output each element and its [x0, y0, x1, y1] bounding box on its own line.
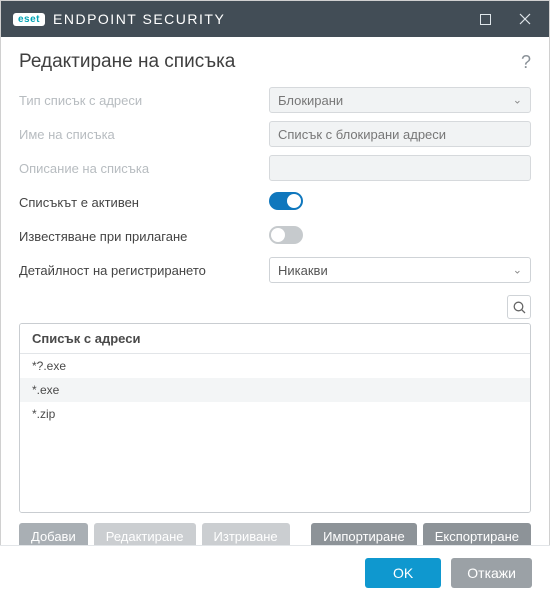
select-value: Блокирани — [278, 93, 343, 108]
cancel-button[interactable]: Откажи — [451, 558, 532, 588]
address-list-type-label: Тип списък с адреси — [19, 93, 269, 108]
list-name-label: Име на списъка — [19, 127, 269, 142]
listbox-body[interactable]: *?.exe *.exe *.zip — [20, 354, 530, 512]
ok-button[interactable]: OK — [365, 558, 441, 588]
select-value: Никакви — [278, 263, 328, 278]
list-active-toggle[interactable] — [269, 192, 303, 210]
search-icon — [513, 301, 526, 314]
maximize-icon — [480, 14, 491, 25]
help-button[interactable]: ? — [521, 52, 531, 73]
notify-label: Известяване при прилагане — [19, 229, 269, 244]
chevron-down-icon: ⌄ — [513, 264, 522, 277]
list-description-label: Описание на списъка — [19, 161, 269, 176]
titlebar: eset ENDPOINT SECURITY — [1, 1, 549, 37]
listbox-header: Списък с адреси — [20, 324, 530, 354]
log-verbosity-select[interactable]: Никакви ⌄ — [269, 257, 531, 283]
content-area: Редактиране на списъка ? Тип списък с ад… — [1, 37, 549, 563]
list-item[interactable]: *?.exe — [20, 354, 530, 378]
search-button[interactable] — [507, 295, 531, 319]
brand-badge: eset — [13, 13, 45, 26]
input-value: Списък с блокирани адреси — [278, 127, 446, 142]
list-name-input[interactable]: Списък с блокирани адреси — [269, 121, 531, 147]
notify-toggle[interactable] — [269, 226, 303, 244]
list-item[interactable]: *.zip — [20, 402, 530, 426]
window-close-button[interactable] — [505, 1, 545, 37]
list-description-input[interactable] — [269, 155, 531, 181]
dialog-footer: OK Откажи — [0, 545, 550, 600]
window-maximize-button[interactable] — [465, 1, 505, 37]
list-item[interactable]: *.exe — [20, 378, 530, 402]
page-title: Редактиране на списъка — [19, 51, 521, 73]
list-active-label: Списъкът е активен — [19, 195, 269, 210]
log-verbosity-label: Детайлност на регистрирането — [19, 263, 269, 278]
close-icon — [519, 13, 531, 25]
address-listbox: Списък с адреси *?.exe *.exe *.zip — [19, 323, 531, 513]
app-title: ENDPOINT SECURITY — [53, 11, 225, 27]
address-list-type-select[interactable]: Блокирани ⌄ — [269, 87, 531, 113]
chevron-down-icon: ⌄ — [513, 94, 522, 107]
